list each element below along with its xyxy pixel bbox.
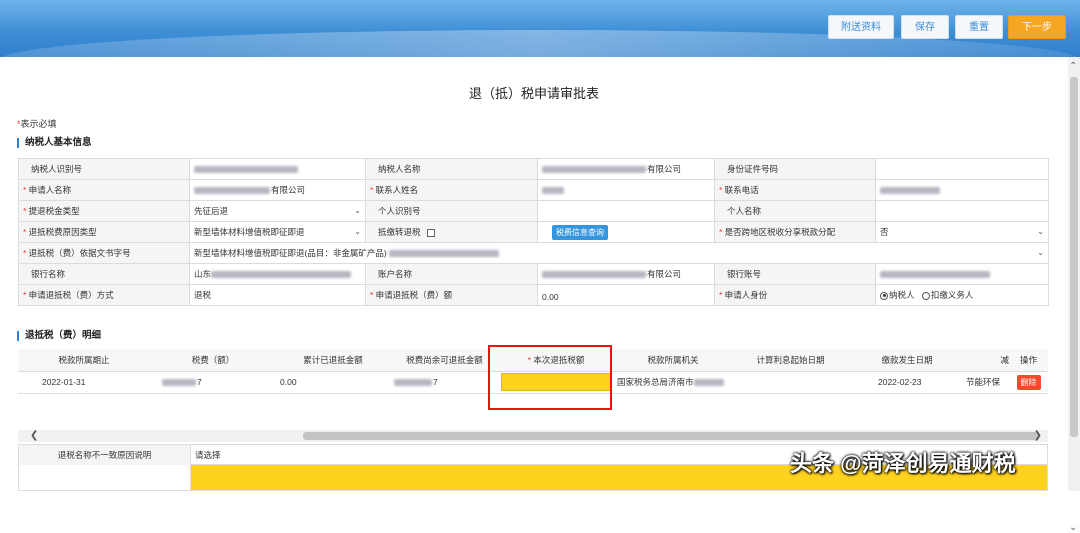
detail-section-title: 退抵税（费）明细 (17, 331, 101, 341)
scroll-up-icon[interactable]: ⌃ (1069, 62, 1077, 72)
cell-refunded: 0.00 (276, 371, 390, 394)
cell-remaining: 7 (390, 371, 499, 394)
id-number-value (875, 158, 1049, 180)
taxpayer-name-value: 有限公司 (537, 158, 715, 180)
hscroll-thumb[interactable] (303, 432, 1038, 440)
chevron-down-icon: ⌄ (1037, 227, 1044, 236)
personal-id-label: 个人识别号 (365, 200, 538, 222)
offset-checkbox[interactable] (426, 228, 435, 237)
personal-name-field[interactable] (875, 200, 1049, 222)
refund-method-label: * 申请退抵税（费）方式 (18, 284, 190, 306)
scroll-down-icon[interactable]: ⌄ (1069, 523, 1077, 533)
reset-button[interactable]: 重置 (955, 15, 1003, 39)
top-banner: 附送资料 保存 重置 下一步 (0, 0, 1080, 57)
reason-type-select[interactable]: 新型墙体材料增值税即征即退 ⌄ (189, 221, 366, 243)
cross-region-label: * 是否跨地区税收分享税款分配 (714, 221, 876, 243)
tax-info-query-button[interactable]: 税费信息查询 (552, 224, 608, 240)
col-pay-date: 缴款发生日期 (848, 349, 966, 372)
vertical-scrollbar[interactable]: ⌃ ⌄ (1068, 57, 1080, 533)
id-number-label: 身份证件号码 (714, 158, 876, 180)
contact-name-field[interactable] (537, 179, 715, 201)
basic-info-table: 纳税人识别号 纳税人名称 有限公司 身份证件号码 * 申请人名称 有限公司 * … (18, 158, 1049, 306)
delete-button[interactable]: 删除 (1016, 374, 1041, 390)
attach-docs-button[interactable]: 附送资料 (828, 15, 894, 39)
refund-type-label: * 提退税金类型 (18, 200, 190, 222)
account-name-label: 账户名称 (365, 263, 538, 285)
radio-taxpayer[interactable] (880, 291, 888, 300)
contact-phone-label: * 联系电话 (714, 179, 876, 201)
cell-reduction: 节能环保 (966, 371, 1009, 394)
contact-name-label: * 联系人姓名 (365, 179, 538, 201)
cell-interest-start (733, 371, 848, 394)
save-button[interactable]: 保存 (901, 15, 949, 39)
bank-name-value: 山东 (189, 263, 366, 285)
basic-info-section-title: 纳税人基本信息 (17, 138, 92, 148)
highlight-box (488, 345, 612, 410)
contact-phone-field[interactable] (875, 179, 1049, 201)
basis-doc-label: * 退抵税（费）依据文书字号 (18, 242, 190, 264)
bank-name-label: 银行名称 (18, 263, 190, 285)
offset-refund-label: 抵缴转退税 (365, 221, 538, 243)
cell-authority: 国家税务总局济南市 (613, 371, 733, 394)
applicant-identity-label: * 申请人身份 (714, 284, 876, 306)
page-title: 退（抵）税申请审批表 (468, 86, 599, 101)
reason-type-label: * 退抵税费原因类型 (18, 221, 190, 243)
applicant-identity-radios: 纳税人 扣缴义务人 (875, 284, 1049, 306)
col-refunded: 累计已退抵金额 (276, 349, 390, 372)
account-number-value (875, 263, 1049, 285)
cell-period-end: 2022-01-31 (18, 371, 150, 394)
query-cell: 税费信息查询 (537, 221, 715, 243)
col-tax-amount: 税费（额） (150, 349, 276, 372)
refund-amount-label: * 申请退抵税（费）额 (365, 284, 538, 306)
taxpayer-id-value (189, 158, 366, 180)
col-interest-start: 计算利息起始日期 (733, 349, 848, 372)
account-number-label: 银行账号 (714, 263, 876, 285)
col-remaining: 税费尚余可退抵金额 (390, 349, 499, 372)
refund-method-value: 退税 (189, 284, 366, 306)
chevron-down-icon: ⌄ (1037, 248, 1044, 257)
horizontal-scrollbar[interactable]: ❮ ❯ (18, 430, 1048, 442)
next-step-button[interactable]: 下一步 (1008, 15, 1066, 39)
basis-doc-select[interactable]: 新型墙体材料增值税即征即退(品目：非金属矿产品) ⌄ (189, 242, 1049, 264)
reason-blank-cell (19, 465, 191, 490)
scroll-thumb[interactable] (1070, 77, 1078, 437)
personal-id-field[interactable] (537, 200, 715, 222)
watermark-text: 头条 @菏泽创易通财税 (790, 451, 1016, 476)
col-operation: 操作 (1009, 349, 1048, 372)
reason-label: 退税名称不一致原因说明 (19, 445, 191, 465)
radio-withholding-agent[interactable] (921, 291, 930, 300)
refund-amount-value: 0.00 (537, 284, 715, 306)
chevron-down-icon: ⌄ (354, 227, 361, 236)
taxpayer-id-label: 纳税人识别号 (18, 158, 190, 180)
chevron-down-icon: ⌄ (354, 206, 361, 215)
col-authority: 税款所属机关 (613, 349, 733, 372)
col-reduction: 减 (966, 349, 1009, 372)
account-name-value: 有限公司 (537, 263, 715, 285)
applicant-name-label: * 申请人名称 (18, 179, 190, 201)
cell-tax-amount: 7 (150, 371, 276, 394)
cross-region-select[interactable]: 否 ⌄ (875, 221, 1049, 243)
applicant-name-value: 有限公司 (189, 179, 366, 201)
cell-pay-date: 2022-02-23 (848, 371, 966, 394)
refund-type-select[interactable]: 先征后退 ⌄ (189, 200, 366, 222)
cell-operation: 删除 (1009, 371, 1048, 394)
taxpayer-name-label: 纳税人名称 (365, 158, 538, 180)
scroll-right-icon[interactable]: ❯ (1034, 430, 1042, 442)
personal-name-label: 个人名称 (714, 200, 876, 222)
scroll-left-icon[interactable]: ❮ (30, 430, 38, 442)
col-period-end: 税款所属期止 (18, 349, 150, 372)
required-note: *表示必填 (17, 119, 57, 129)
